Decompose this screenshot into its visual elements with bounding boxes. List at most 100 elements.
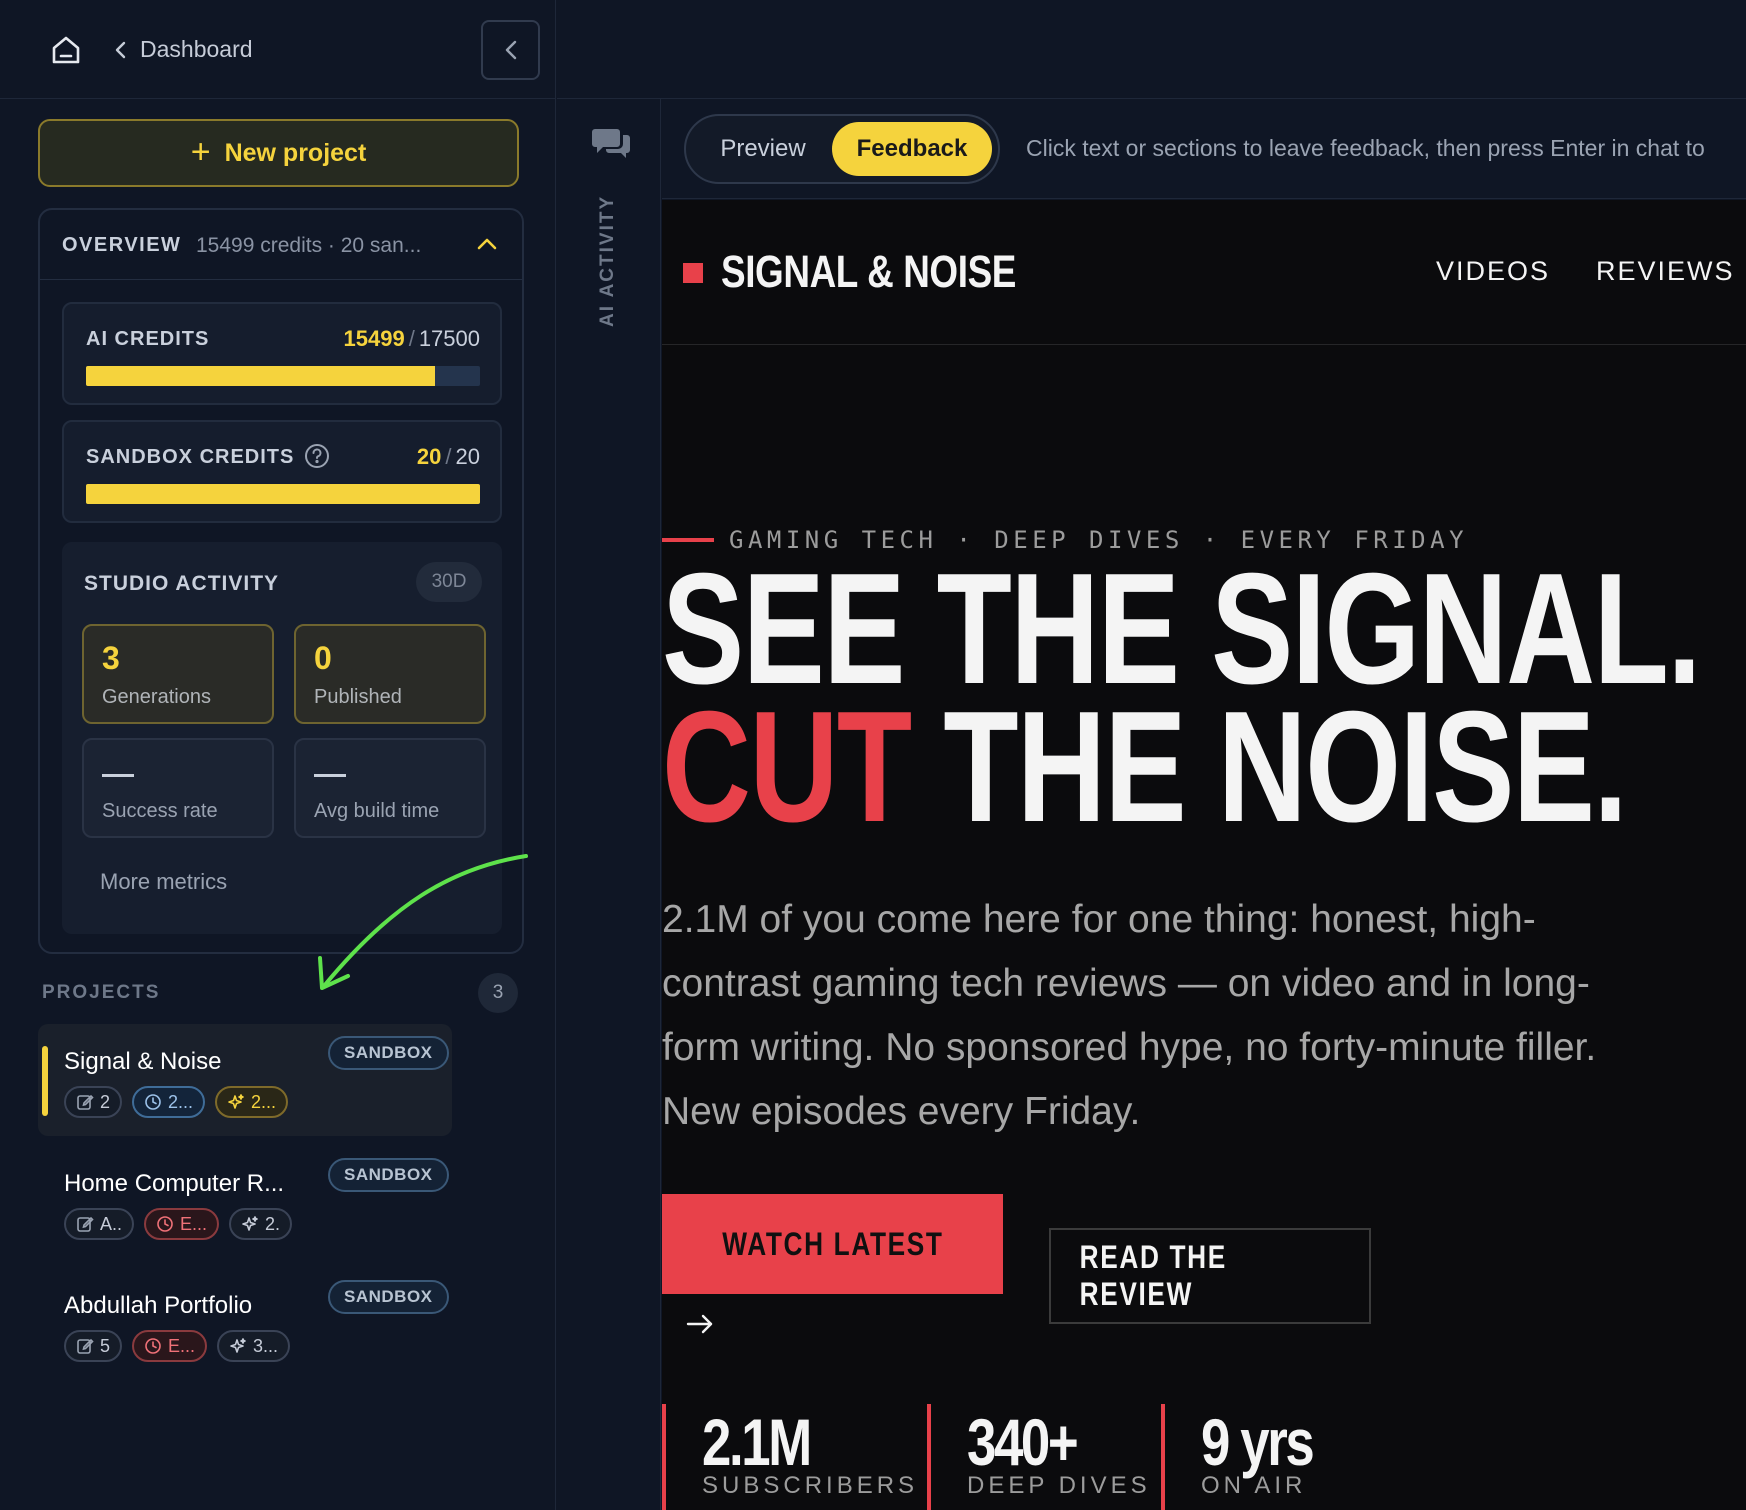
project-item[interactable]: Abdullah Portfolio SANDBOX 5 E... 3...	[38, 1268, 452, 1380]
home-icon[interactable]	[50, 34, 82, 66]
sandbox-credits-card: SANDBOX CREDITS 20/20	[62, 420, 502, 523]
sandbox-credits-total: 20	[455, 444, 480, 469]
chip-text: A..	[100, 1213, 123, 1234]
project-name: Signal & Noise	[64, 1048, 222, 1075]
edit-icon	[77, 1094, 94, 1110]
project-chips: 5 E... 3...	[64, 1330, 291, 1362]
sparkle-icon	[242, 1216, 258, 1231]
breadcrumb[interactable]: Dashboard	[114, 36, 253, 63]
stat-label: DEEP DIVES	[967, 1472, 1151, 1499]
watch-latest-label: WATCH LATEST	[721, 1225, 944, 1262]
sandbox-credits-bar-fill	[86, 484, 480, 504]
ai-credits-label: AI CREDITS	[86, 328, 210, 350]
preview-tab[interactable]: Preview	[694, 122, 832, 176]
annotation-arrow	[318, 854, 528, 990]
ai-activity-strip[interactable]: AI ACTIVITY	[557, 99, 661, 1510]
breadcrumb-label: Dashboard	[140, 36, 253, 62]
preview-toolbar: Preview Feedback Click text or sections …	[662, 99, 1746, 199]
chevron-left-icon	[505, 40, 516, 60]
metric-value: 0	[314, 640, 332, 676]
nav-link-reviews[interactable]: REVIEWS	[1596, 256, 1735, 287]
ai-chip: 2...	[215, 1086, 289, 1118]
sparkle-icon	[230, 1338, 246, 1353]
error-chip: E...	[132, 1330, 208, 1362]
overview-header[interactable]: OVERVIEW 15499 credits · 20 san...	[40, 210, 522, 280]
metric-empty-dash	[102, 774, 134, 777]
ai-activity-label: AI ACTIVITY	[597, 194, 618, 327]
ai-credits-bar	[86, 366, 480, 386]
sandbox-credits-label-text: SANDBOX CREDITS	[86, 446, 295, 468]
edit-chip: A..	[64, 1208, 135, 1240]
metric-generations: 3 Generations	[82, 624, 274, 724]
help-icon[interactable]	[304, 443, 330, 469]
sandbox-credits-label: SANDBOX CREDITS	[86, 443, 330, 469]
stat-subscribers: 2.1M SUBSCRIBERS	[662, 1404, 914, 1510]
error-chip: E...	[144, 1208, 220, 1240]
brand-mark	[683, 263, 703, 283]
project-chips: A.. E... 2.	[64, 1208, 293, 1240]
project-chips: 2 2... 2...	[64, 1086, 289, 1118]
feedback-tab[interactable]: Feedback	[832, 122, 992, 176]
chevron-up-icon[interactable]	[476, 236, 498, 252]
plus-icon: +	[190, 133, 211, 171]
project-item[interactable]: Signal & Noise SANDBOX 2 2... 2...	[38, 1024, 452, 1136]
feedback-hint: Click text or sections to leave feedback…	[1026, 135, 1705, 161]
chip-text: 2...	[168, 1091, 194, 1112]
metric-value: 3	[102, 640, 120, 676]
new-project-label: New project	[224, 138, 367, 167]
metric-published: 0 Published	[294, 624, 486, 724]
sidebar: Dashboard + New project OVERVIEW 15499 c…	[0, 0, 556, 1510]
site-preview: SIGNAL & NOISE VIDEOS REVIEWS GAMING TEC…	[662, 200, 1746, 1510]
project-name: Home Computer R...	[64, 1170, 285, 1197]
metric-label: Avg build time	[314, 800, 440, 822]
sandbox-credits-used: 20	[416, 444, 442, 469]
project-name: Abdullah Portfolio	[64, 1292, 253, 1319]
chip-text: 2.	[265, 1213, 281, 1234]
chevron-left-icon	[115, 41, 126, 58]
site-nav: SIGNAL & NOISE VIDEOS REVIEWS	[662, 200, 1746, 345]
activity-range-badge[interactable]: 30D	[416, 562, 482, 602]
chip-text: 2...	[251, 1091, 277, 1112]
more-metrics-link[interactable]: More metrics	[100, 869, 227, 895]
chip-text: 3...	[253, 1335, 279, 1356]
metric-empty-dash	[314, 774, 346, 777]
top-bar	[557, 0, 1746, 99]
edit-icon	[77, 1338, 94, 1354]
ai-credits-total: 17500	[418, 326, 480, 351]
chip-text: 2	[100, 1091, 111, 1112]
read-review-button[interactable]: READ THE REVIEW	[1049, 1228, 1371, 1324]
metric-label: Generations	[102, 686, 211, 708]
chat-bubbles-icon[interactable]	[591, 125, 631, 161]
collapse-sidebar-button[interactable]	[481, 20, 540, 80]
nav-link-videos[interactable]: VIDEOS	[1436, 256, 1550, 287]
hero-red-word: CUT	[662, 679, 912, 855]
metric-avg-build-time: Avg build time	[294, 738, 486, 838]
overview-panel: OVERVIEW 15499 credits · 20 san... AI CR…	[38, 208, 524, 954]
sparkle-icon	[228, 1094, 244, 1109]
chip-text: E...	[168, 1335, 196, 1356]
site-brand[interactable]: SIGNAL & NOISE	[721, 246, 1016, 298]
clock-icon	[157, 1216, 173, 1232]
read-review-label: READ THE REVIEW	[1079, 1239, 1227, 1312]
sandbox-credits-bar	[86, 484, 480, 504]
clock-icon	[145, 1338, 161, 1354]
active-indicator	[42, 1046, 48, 1116]
sandbox-badge: SANDBOX	[328, 1158, 449, 1192]
project-item[interactable]: Home Computer R... SANDBOX A.. E... 2.	[38, 1146, 452, 1258]
stat-deep-dives: 340+ DEEP DIVES	[927, 1404, 1147, 1510]
new-project-button[interactable]: + New project	[38, 119, 519, 187]
chip-text: E...	[180, 1213, 208, 1234]
time-chip: 2...	[132, 1086, 206, 1118]
hero-headline: SEE THE SIGNAL. CUT THE NOISE.	[662, 550, 1702, 846]
stat-on-air: 9 yrs ON AIR	[1161, 1404, 1361, 1510]
mode-toggle: Preview Feedback	[684, 114, 1000, 184]
clock-icon	[145, 1094, 161, 1110]
ai-chip: 2.	[229, 1208, 293, 1240]
watch-latest-button[interactable]: WATCH LATEST	[662, 1194, 1003, 1294]
metric-label: Success rate	[102, 800, 218, 822]
sandbox-badge: SANDBOX	[328, 1280, 449, 1314]
stat-label: SUBSCRIBERS	[702, 1472, 919, 1499]
edit-chip: 2	[64, 1086, 123, 1118]
projects-label: PROJECTS	[42, 982, 161, 1003]
ai-chip: 3...	[217, 1330, 291, 1362]
